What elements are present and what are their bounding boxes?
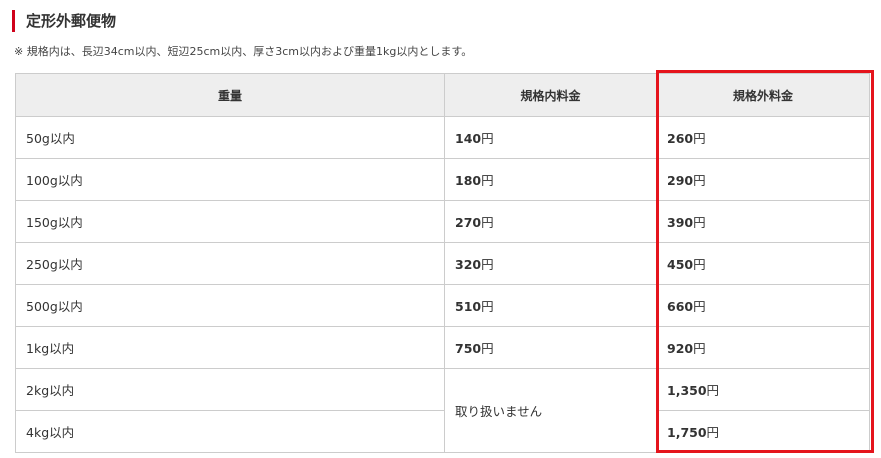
table-row: 4kg以内 1,750円 [15,410,870,453]
fee-amount: 750 [455,341,482,356]
fee-amount: 450 [667,257,694,272]
weight-cell: 150g以内 [15,200,445,243]
fee-amount: 270 [455,215,482,230]
fee-amount: 390 [667,215,694,230]
currency-unit: 円 [693,341,706,356]
weight-cell: 250g以内 [15,242,445,285]
weight-cell: 2kg以内 [15,368,445,411]
fee-amount: 320 [455,257,482,272]
nonstandard-fee-cell: 390円 [656,200,870,243]
currency-unit: 円 [693,131,706,146]
standard-fee-cell: 180円 [444,158,657,201]
nonstandard-fee-cell: 1,350円 [656,368,870,411]
currency-unit: 円 [693,215,706,230]
currency-unit: 円 [481,341,494,356]
table-row: 2kg以内 取り扱いません 1,350円 [15,368,870,453]
currency-unit: 円 [481,299,494,314]
fee-amount: 920 [667,341,694,356]
header-standard-fee: 規格内料金 [444,73,657,117]
fee-amount: 660 [667,299,694,314]
header-weight: 重量 [15,73,445,117]
weight-cell: 50g以内 [15,116,445,159]
table-row: 500g以内 510円 660円 [15,284,870,327]
table-row: 50g以内 140円 260円 [15,116,870,159]
nonstandard-fee-cell: 260円 [656,116,870,159]
currency-unit: 円 [481,257,494,272]
currency-unit: 円 [693,299,706,314]
nonstandard-fee-cell: 450円 [656,242,870,285]
fee-amount: 1,750 [667,425,707,440]
table-row: 100g以内 180円 290円 [15,158,870,201]
table-row: 250g以内 320円 450円 [15,242,870,285]
currency-unit: 円 [693,173,706,188]
currency-unit: 円 [693,257,706,272]
weight-cell: 1kg以内 [15,326,445,369]
section-title: 定形外郵便物 [12,10,116,32]
nonstandard-fee-cell: 1,750円 [656,410,870,453]
standard-fee-cell: 510円 [444,284,657,327]
fee-amount: 140 [455,131,482,146]
currency-unit: 円 [481,173,494,188]
standard-fee-cell: 270円 [444,200,657,243]
standard-fee-cell: 750円 [444,326,657,369]
currency-unit: 円 [706,383,720,398]
table-row: 1kg以内 750円 920円 [15,326,870,369]
nonstandard-fee-cell: 290円 [656,158,870,201]
table-header-row: 重量 規格内料金 規格外料金 [15,73,870,117]
currency-unit: 円 [481,215,494,230]
fee-amount: 510 [455,299,482,314]
postage-fee-table: 重量 規格内料金 規格外料金 50g以内 140円 260円 100g以内 18… [15,73,870,453]
nonstandard-fee-cell: 920円 [656,326,870,369]
standard-fee-cell: 140円 [444,116,657,159]
fee-amount: 260 [667,131,694,146]
fee-amount: 290 [667,173,694,188]
weight-cell: 4kg以内 [15,410,445,453]
not-handled-cell: 取り扱いません [444,368,657,453]
standard-fee-cell: 320円 [444,242,657,285]
nonstandard-fee-cell: 660円 [656,284,870,327]
fee-amount: 180 [455,173,482,188]
table-row: 150g以内 270円 390円 [15,200,870,243]
fee-amount: 1,350 [667,383,707,398]
header-nonstandard-fee: 規格外料金 [656,73,870,117]
currency-unit: 円 [481,131,494,146]
size-note: ※ 規格内は、長辺34cm以内、短辺25cm以内、厚さ3cm以内および重量1kg… [14,45,473,58]
weight-cell: 500g以内 [15,284,445,327]
currency-unit: 円 [706,425,720,440]
weight-cell: 100g以内 [15,158,445,201]
